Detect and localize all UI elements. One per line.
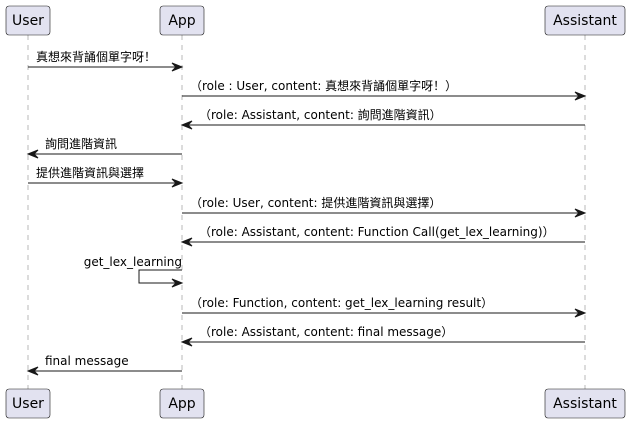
message-label: （role: User, content: 提供進階資訊與選擇） bbox=[190, 195, 441, 210]
participant-label: User bbox=[12, 396, 44, 412]
participant-assistant-bottom: Assistant bbox=[544, 388, 626, 419]
message-label: final message bbox=[45, 354, 129, 368]
message-label: （role: Assistant, content: 詢問進階資訊） bbox=[199, 107, 442, 122]
message-label: 詢問進階資訊 bbox=[45, 136, 117, 151]
message-8: get_lex_learning bbox=[84, 255, 184, 288]
message-9: （role: Function, content: get_lex_learni… bbox=[182, 296, 587, 318]
participant-app-bottom: App bbox=[159, 388, 205, 419]
message-label: 提供進階資訊與選擇 bbox=[36, 165, 144, 180]
message-1: 真想來背誦個單字呀！ bbox=[28, 49, 184, 72]
participant-label: Assistant bbox=[553, 396, 617, 412]
message-4: 詢問進階資訊 bbox=[26, 136, 182, 159]
message-label: （role : User, content: 真想來背誦個單字呀！） bbox=[190, 78, 457, 93]
participant-user-top: User bbox=[5, 5, 51, 36]
message-11: final message bbox=[26, 354, 182, 376]
message-label: 真想來背誦個單字呀！ bbox=[36, 49, 156, 64]
participant-label: App bbox=[168, 396, 195, 412]
message-label: get_lex_learning bbox=[84, 255, 182, 269]
participant-assistant-top: Assistant bbox=[544, 5, 626, 36]
participant-user-bottom: User bbox=[5, 388, 51, 419]
message-2: （role : User, content: 真想來背誦個單字呀！） bbox=[182, 78, 587, 101]
message-label: （role: Assistant, content: Function Call… bbox=[199, 225, 555, 239]
participant-label: Assistant bbox=[553, 13, 617, 29]
participant-app-top: App bbox=[159, 5, 205, 36]
message-7: （role: Assistant, content: Function Call… bbox=[180, 225, 585, 247]
message-5: 提供進階資訊與選擇 bbox=[28, 165, 184, 188]
sequence-diagram: User User App App Assistant Assistant 真想來背誦個單… bbox=[5, 5, 626, 419]
participant-label: App bbox=[168, 13, 195, 29]
message-10: （role: Assistant, content: final message… bbox=[180, 325, 585, 347]
message-6: （role: User, content: 提供進階資訊與選擇） bbox=[182, 195, 587, 218]
message-3: （role: Assistant, content: 詢問進階資訊） bbox=[180, 107, 585, 130]
message-label: （role: Function, content: get_lex_learni… bbox=[190, 296, 493, 310]
participant-label: User bbox=[12, 13, 44, 29]
message-label: （role: Assistant, content: final message… bbox=[199, 325, 453, 339]
